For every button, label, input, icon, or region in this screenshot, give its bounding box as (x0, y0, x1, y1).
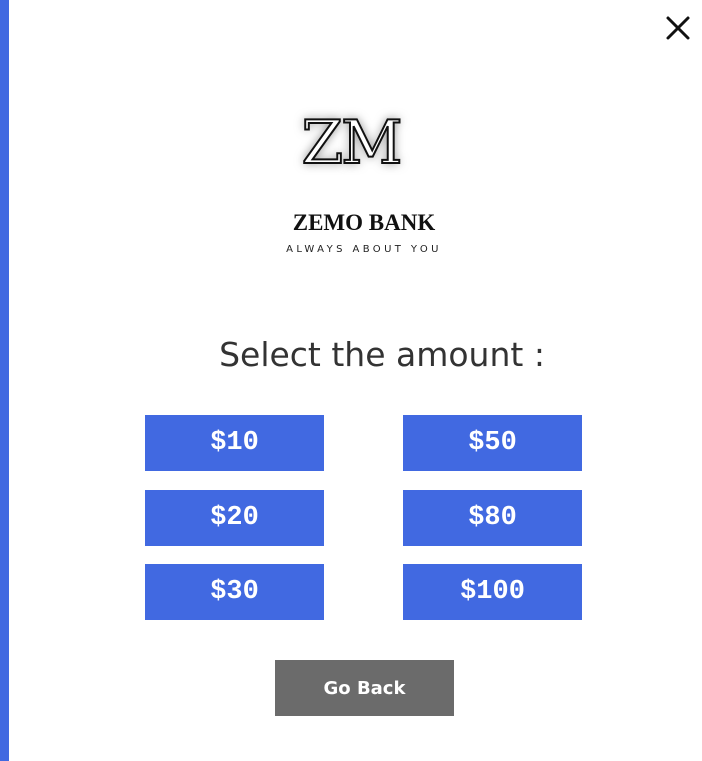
bank-name: ZEMO BANK (292, 210, 436, 235)
amount-20-button[interactable]: $20 (145, 490, 324, 546)
amount-selection-screen: ZM ZEMO BANK ALWAYS ABOUT YOU Select the… (0, 0, 702, 761)
amount-30-button[interactable]: $30 (145, 564, 324, 620)
amount-100-button[interactable]: $100 (403, 564, 582, 620)
bank-logo: ZM (300, 107, 403, 179)
amount-10-button[interactable]: $10 (145, 415, 324, 471)
close-button[interactable] (660, 10, 696, 46)
amount-50-button[interactable]: $50 (403, 415, 582, 471)
select-amount-heading: Select the amount : (219, 335, 545, 374)
go-back-button[interactable]: Go Back (275, 660, 454, 716)
close-icon (666, 16, 690, 40)
bank-tagline: ALWAYS ABOUT YOU (286, 244, 442, 255)
amount-80-button[interactable]: $80 (403, 490, 582, 546)
